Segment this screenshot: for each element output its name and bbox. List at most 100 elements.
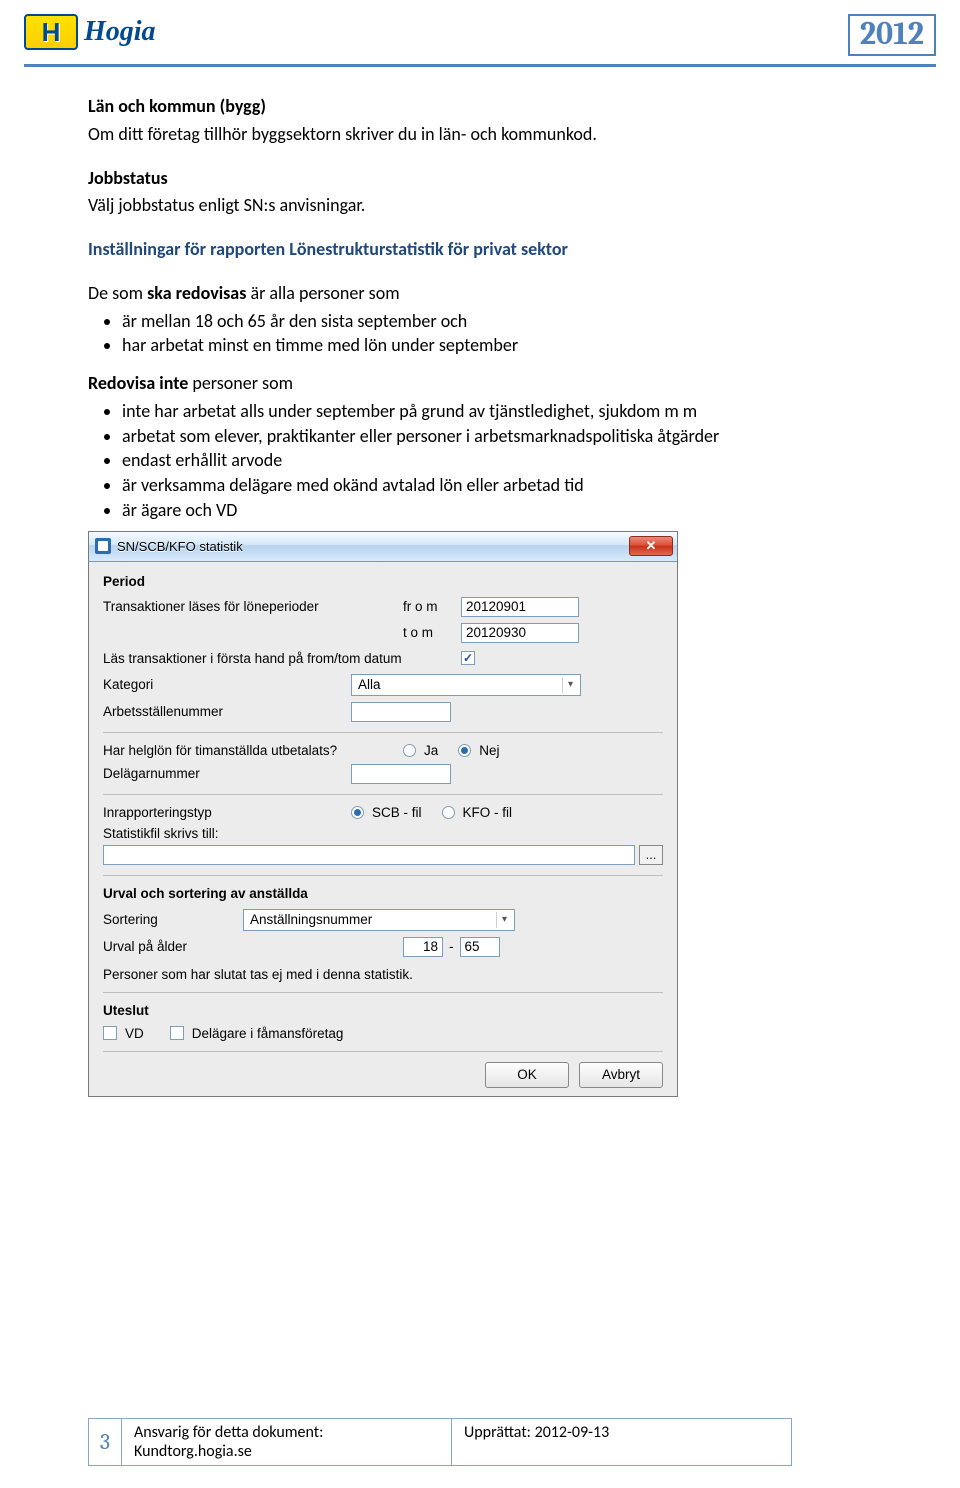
list-item: är ägare och VD [122, 499, 872, 523]
ok-button[interactable]: OK [485, 1062, 569, 1088]
logo-mark-icon: H [24, 14, 78, 50]
para-lan-kommun: Om ditt företag tillhör byggsektorn skri… [88, 123, 872, 147]
intro-redovisas: De som ska redovisas är alla personer so… [88, 282, 872, 306]
read-first-checkbox[interactable]: ✓ [461, 651, 475, 665]
sortering-value: Anställningsnummer [250, 912, 372, 927]
divider [103, 875, 663, 876]
footer-resp-value: Kundtorg.hogia.se [134, 1442, 252, 1461]
logo-h-letter: H [42, 19, 61, 45]
redovisa-inte: Redovisa inte [88, 372, 188, 394]
close-button[interactable]: ✕ [629, 536, 673, 556]
label-trans-read: Transaktioner läses för löneperioder [103, 599, 403, 614]
uteslut-vd-checkbox[interactable]: VD [103, 1026, 144, 1041]
footer-date-label: Upprättat: [464, 1423, 535, 1442]
redovisa-inte-tail: personer som [188, 372, 293, 394]
label-sortering: Sortering [103, 912, 243, 927]
divider [103, 1051, 663, 1052]
chevron-down-icon: ▾ [496, 912, 512, 928]
list-item: inte har arbetat alls under september på… [122, 400, 872, 424]
list-item: har arbetat minst en timme med lön under… [122, 334, 872, 358]
intro-redovisa-inte: Redovisa inte personer som [88, 372, 872, 396]
group-uteslut: Uteslut [103, 1003, 663, 1018]
dash-icon: - [443, 939, 460, 954]
close-icon: ✕ [646, 538, 657, 554]
dialog-title: SN/SCB/KFO statistik [117, 539, 243, 554]
heading-jobbstatus: Jobbstatus [88, 167, 872, 191]
radio-kfo[interactable]: KFO - fil [442, 805, 513, 820]
divider [103, 732, 663, 733]
page-header: H Hogia 2012 [0, 0, 960, 62]
divider [103, 794, 663, 795]
app-icon [95, 538, 111, 554]
label-helglon: Har helglön för timanställda utbetalats? [103, 743, 403, 758]
page-number: 3 [88, 1418, 122, 1466]
label-arbetsstalle: Arbetsställenummer [103, 704, 351, 719]
kategori-select[interactable]: Alla ▾ [351, 674, 581, 696]
sortering-select[interactable]: Anställningsnummer ▾ [243, 909, 515, 931]
kategori-value: Alla [358, 677, 381, 692]
alder-from-input[interactable] [403, 937, 443, 957]
checkbox-icon [103, 1026, 117, 1040]
ellipsis-icon: ... [646, 847, 657, 862]
label-delagarnummer: Delägarnummer [103, 766, 351, 781]
radio-nej[interactable]: Nej [458, 743, 499, 758]
list-item: är verksamma delägare med okänd avtalad … [122, 474, 872, 498]
radio-icon [351, 806, 364, 819]
arbetsstalle-input[interactable] [351, 702, 451, 722]
cancel-button[interactable]: Avbryt [579, 1062, 663, 1088]
label-to: t o m [403, 625, 461, 640]
from-date-input[interactable] [461, 597, 579, 617]
year-text: 2012 [860, 15, 924, 52]
radio-label: Nej [479, 743, 499, 758]
dialog-titlebar: SN/SCB/KFO statistik ✕ [89, 532, 677, 562]
footer-responsible: Ansvarig för detta dokument: Kundtorg.ho… [122, 1418, 452, 1466]
browse-button[interactable]: ... [639, 845, 663, 865]
button-label: Avbryt [602, 1067, 640, 1082]
de-som-tail: är alla personer som [246, 282, 399, 304]
radio-scb[interactable]: SCB - fil [351, 805, 422, 820]
group-period: Period [103, 574, 663, 589]
check-icon: ✓ [463, 652, 473, 664]
filtyp-radio-group: SCB - fil KFO - fil [351, 805, 512, 820]
page-footer: 3 Ansvarig för detta dokument: Kundtorg.… [88, 1418, 792, 1466]
list-redovisa-inte: inte har arbetat alls under september på… [88, 400, 872, 523]
button-label: OK [517, 1067, 537, 1082]
checkbox-label: Delägare i fåmansföretag [192, 1026, 344, 1041]
list-redovisas: är mellan 18 och 65 år den sista septemb… [88, 310, 872, 359]
dialog-button-row: OK Avbryt [103, 1062, 663, 1088]
checkbox-icon [170, 1026, 184, 1040]
statistikfil-path-input[interactable] [103, 845, 635, 865]
radio-label: Ja [424, 743, 438, 758]
helglon-radio-group: Ja Nej [403, 743, 500, 758]
heading-installningar: Inställningar för rapporten Lönestruktur… [88, 238, 872, 262]
ska-redovisas: ska redovisas [147, 282, 246, 304]
label-urval-alder: Urval på ålder [103, 939, 403, 954]
statistics-dialog: SN/SCB/KFO statistik ✕ Period Transaktio… [88, 531, 678, 1097]
to-date-input[interactable] [461, 623, 579, 643]
document-body: Län och kommun (bygg) Om ditt företag ti… [0, 67, 960, 523]
radio-icon [458, 744, 471, 757]
heading-lan-kommun: Län och kommun (bygg) [88, 95, 872, 119]
uteslut-delagare-checkbox[interactable]: Delägare i fåmansföretag [170, 1026, 344, 1041]
radio-label: KFO - fil [463, 805, 513, 820]
radio-label: SCB - fil [372, 805, 422, 820]
list-item: arbetat som elever, praktikanter eller p… [122, 425, 872, 449]
delagarnummer-input[interactable] [351, 764, 451, 784]
chevron-down-icon: ▾ [562, 677, 578, 693]
de-som: De som [88, 282, 147, 304]
alder-to-input[interactable] [460, 937, 500, 957]
radio-icon [403, 744, 416, 757]
label-statistikfil: Statistikfil skrivs till: [103, 826, 663, 841]
radio-ja[interactable]: Ja [403, 743, 438, 758]
label-kategori: Kategori [103, 677, 351, 692]
list-item: är mellan 18 och 65 år den sista septemb… [122, 310, 872, 334]
divider [103, 992, 663, 993]
note-slutat: Personer som har slutat tas ej med i den… [103, 967, 663, 982]
footer-date: Upprättat: 2012-09-13 [452, 1418, 792, 1466]
list-item: endast erhållit arvode [122, 449, 872, 473]
footer-resp-label: Ansvarig för detta dokument: [134, 1423, 323, 1442]
para-jobbstatus: Välj jobbstatus enligt SN:s anvisningar. [88, 194, 872, 218]
label-from: fr o m [403, 599, 461, 614]
footer-date-value: 2012-09-13 [535, 1423, 610, 1442]
brand-name: Hogia [84, 18, 156, 46]
